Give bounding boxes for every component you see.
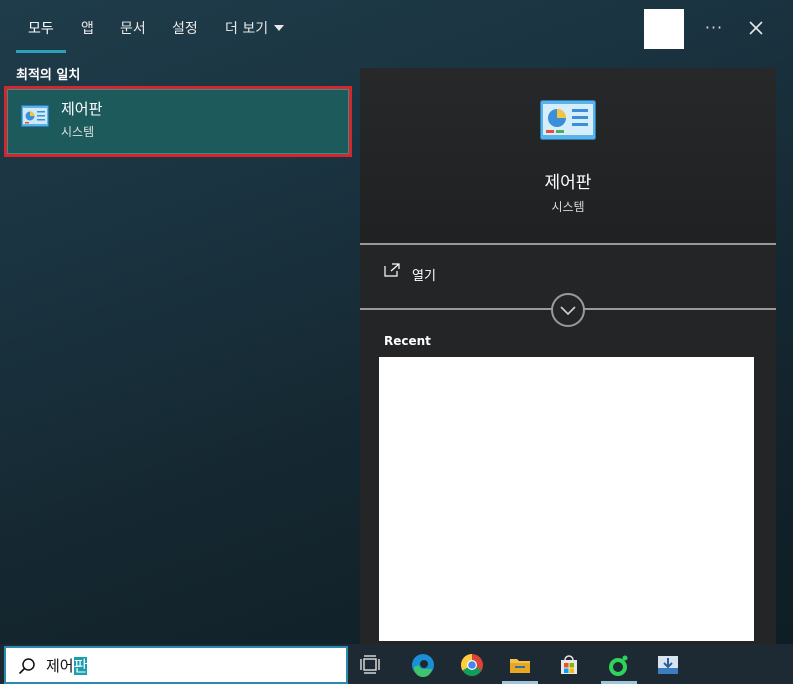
- tab-documents[interactable]: 문서: [120, 18, 146, 40]
- tab-more-label: 더 보기: [225, 21, 269, 37]
- recent-list: [379, 357, 754, 641]
- expand-button[interactable]: [551, 293, 585, 327]
- best-match-title: 제어판: [61, 100, 103, 118]
- tab-settings[interactable]: 설정: [172, 18, 198, 40]
- taskbar: 제어판: [0, 644, 793, 684]
- best-match-inner: [7, 89, 349, 154]
- close-icon: [749, 21, 763, 35]
- preview-header: [360, 68, 776, 244]
- account-avatar[interactable]: [644, 9, 684, 49]
- best-match-result[interactable]: 제어판 시스템: [4, 86, 352, 157]
- control-panel-icon: [21, 105, 49, 127]
- open-label: 열기: [412, 269, 436, 284]
- search-query-composing: 판: [73, 657, 88, 675]
- search-icon: [18, 658, 35, 675]
- search-panel: 모두 앱 문서 설정 더 보기 ··· 최적의 일치 제어판 시스템 제어판 시…: [0, 0, 793, 644]
- download-app-icon[interactable]: [655, 652, 681, 678]
- chrome-icon[interactable]: [459, 652, 485, 678]
- app-green-icon[interactable]: [606, 652, 632, 678]
- preview-divider: [360, 243, 776, 245]
- file-explorer-icon[interactable]: [507, 652, 533, 678]
- search-query: 제어판: [46, 655, 88, 676]
- best-match-heading: 최적의 일치: [16, 68, 81, 83]
- preview-title: 제어판: [544, 173, 592, 193]
- preview-subtitle: 시스템: [551, 200, 585, 214]
- preview-pane: 제어판 시스템 열기 Recent: [360, 68, 776, 644]
- active-tab-indicator: [16, 50, 66, 53]
- more-options-button[interactable]: ···: [700, 14, 728, 42]
- chevron-down-icon: [560, 306, 576, 316]
- recent-heading: Recent: [384, 334, 431, 348]
- tab-apps[interactable]: 앱: [81, 18, 94, 40]
- best-match-subtitle: 시스템: [61, 125, 95, 139]
- microsoft-store-icon[interactable]: [556, 652, 582, 678]
- chevron-down-icon: [274, 25, 285, 31]
- close-button[interactable]: [742, 14, 770, 42]
- edge-icon[interactable]: [410, 652, 436, 678]
- search-query-text: 제어: [46, 657, 74, 675]
- tab-more[interactable]: 더 보기: [225, 18, 285, 40]
- task-view-icon[interactable]: [358, 652, 384, 678]
- control-panel-large-icon: [540, 100, 596, 140]
- tab-all[interactable]: 모두: [28, 18, 54, 40]
- search-input[interactable]: 제어판: [4, 646, 348, 684]
- filter-tab-bar: 모두 앱 문서 설정 더 보기 ···: [0, 0, 793, 56]
- open-icon: [384, 263, 400, 277]
